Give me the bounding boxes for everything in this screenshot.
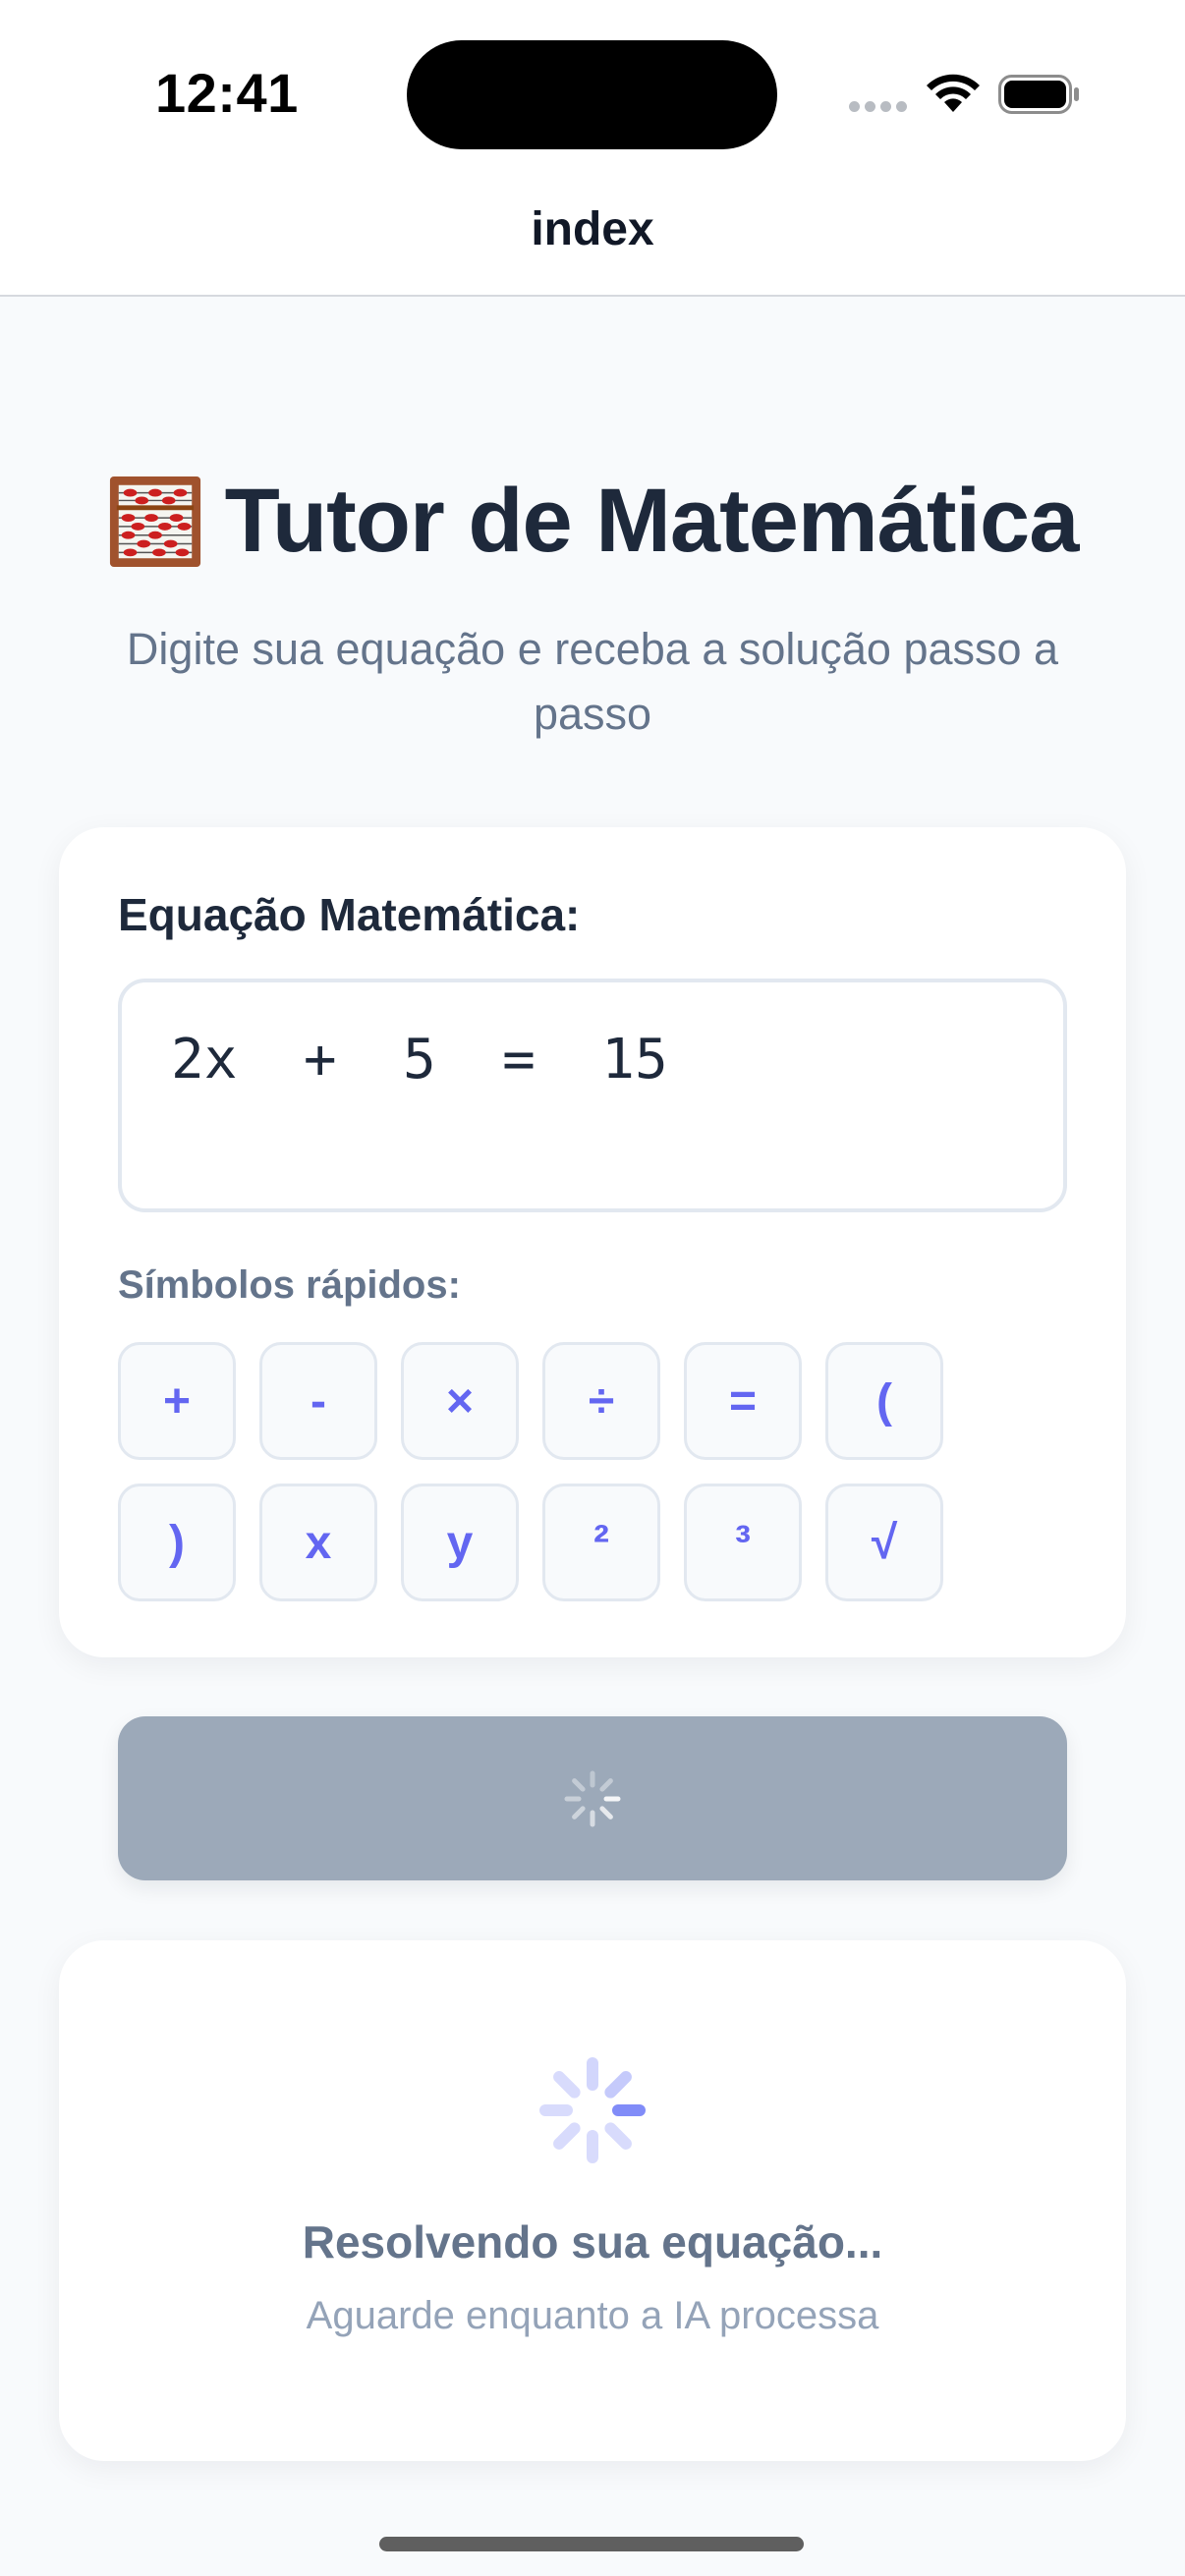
symbol-equals-button[interactable]: =	[684, 1342, 802, 1460]
quick-symbols-label: Símbolos rápidos:	[118, 1263, 461, 1307]
home-indicator[interactable]	[379, 2537, 804, 2551]
dynamic-island	[407, 40, 777, 149]
page-title-text: Tutor de Matemática	[224, 471, 1080, 571]
page-title: Tutor de Matemática	[107, 470, 1079, 573]
loading-subtitle: Aguarde enquanto a IA processa	[306, 2294, 879, 2337]
screen: 12:41 index Tutor de Matemática Digite s…	[0, 0, 1185, 2576]
abacus-icon	[109, 476, 200, 567]
page-subtitle: Digite sua equação e receba a solução pa…	[126, 624, 1059, 739]
nav-title: index	[531, 203, 654, 255]
page-header: Tutor de Matemática	[0, 470, 1185, 575]
symbol-squared-button[interactable]: ²	[542, 1484, 660, 1601]
symbol-multiply-button[interactable]: ×	[401, 1342, 519, 1460]
symbol-minus-button[interactable]: -	[259, 1342, 377, 1460]
equation-value: 2x + 5 = 15	[171, 1028, 668, 1092]
symbol-x-button[interactable]: x	[259, 1484, 377, 1601]
symbol-divide-button[interactable]: ÷	[542, 1342, 660, 1460]
cellular-signal-icon	[849, 101, 907, 112]
equation-label: Equação Matemática:	[118, 889, 581, 940]
status-bar: 12:41	[0, 0, 1185, 167]
symbol-plus-button[interactable]: +	[118, 1342, 236, 1460]
loading-card: Resolvendo sua equação... Aguarde enquan…	[59, 1940, 1126, 2461]
symbol-cubed-button[interactable]: ³	[684, 1484, 802, 1601]
loading-spinner-icon	[564, 1770, 621, 1826]
navigation-bar: index	[0, 167, 1185, 297]
battery-icon	[998, 75, 1079, 114]
loading-title: Resolvendo sua equação...	[302, 2216, 883, 2268]
symbol-open-paren-button[interactable]: (	[825, 1342, 943, 1460]
loading-spinner-icon	[539, 2057, 646, 2163]
equation-card: Equação Matemática: 2x + 5 = 15 Símbolos…	[59, 827, 1126, 1657]
status-time: 12:41	[155, 62, 299, 124]
solve-button[interactable]	[118, 1716, 1067, 1880]
wifi-icon	[927, 74, 980, 112]
symbol-sqrt-button[interactable]: √	[825, 1484, 943, 1601]
symbol-close-paren-button[interactable]: )	[118, 1484, 236, 1601]
quick-symbols-grid: + - × ÷ = ( ) x y ² ³ √	[118, 1342, 953, 1601]
equation-input[interactable]: 2x + 5 = 15	[118, 979, 1067, 1212]
symbol-y-button[interactable]: y	[401, 1484, 519, 1601]
